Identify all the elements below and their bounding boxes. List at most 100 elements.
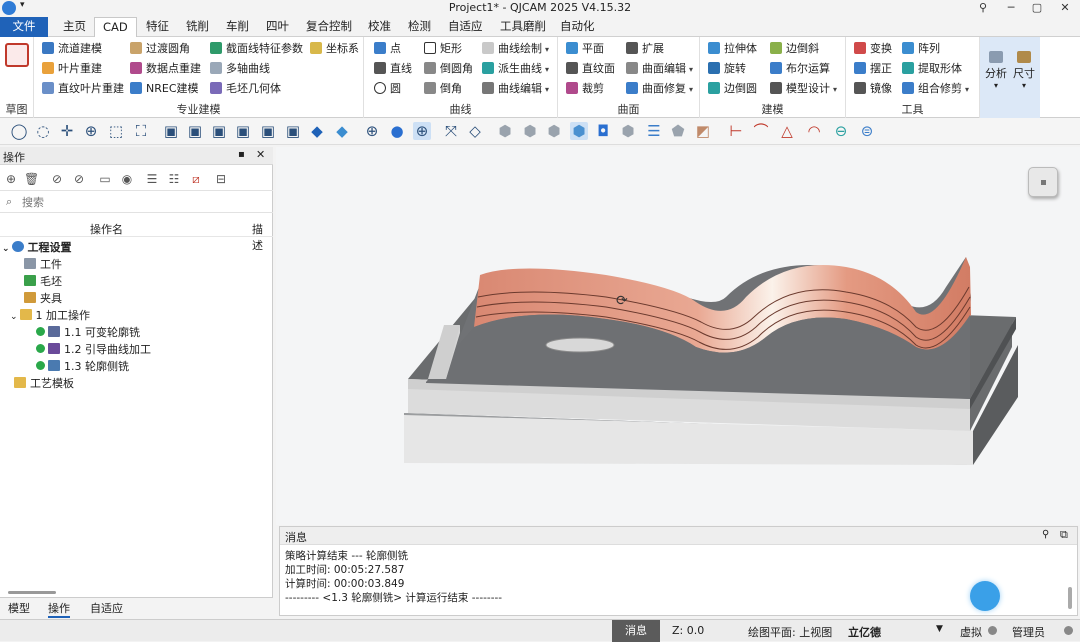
curve-draw-button[interactable]: 曲线绘制 ▾ <box>482 40 549 58</box>
tab-milling[interactable]: 铣削 <box>178 17 217 37</box>
sketch-icon[interactable] <box>5 43 29 67</box>
view-back-icon[interactable]: ▣ <box>186 122 204 140</box>
list-icon[interactable]: ☰ <box>145 172 159 186</box>
scroll-icon[interactable]: ▼ <box>936 624 943 634</box>
simulate-icon[interactable]: ▭ <box>98 172 112 186</box>
display-mode-4-icon[interactable]: ⬢ <box>570 122 588 140</box>
display-mode-2-icon[interactable]: ⬢ <box>521 122 539 140</box>
key-icon[interactable]: ⚲ <box>970 0 996 17</box>
3d-viewport[interactable]: ⟳ <box>276 147 1080 525</box>
view-front-icon[interactable]: ▣ <box>162 122 180 140</box>
shaded-edges-icon[interactable]: ⊕ <box>413 122 431 140</box>
virtual-mode[interactable]: 虚拟 <box>960 624 982 640</box>
nrec-modeling-button[interactable]: NREC建模 <box>130 80 199 98</box>
shaded-sphere-icon[interactable]: ● <box>388 122 406 140</box>
column-name[interactable]: 操作名 <box>90 221 123 237</box>
edge-fillet-button[interactable]: 边倒圆 <box>708 80 757 98</box>
curve-fillet-button[interactable]: 倒圆角 <box>424 60 473 78</box>
tab-feature[interactable]: 特征 <box>138 17 177 37</box>
zoom-icon[interactable]: ⊕ <box>82 122 100 140</box>
column-description[interactable]: 描述 <box>252 221 273 253</box>
search-input[interactable] <box>22 195 262 210</box>
tree-node-machining-ops[interactable]: ⌄ 1 加工操作 <box>10 307 90 324</box>
tab-turning[interactable]: 车削 <box>218 17 257 37</box>
blade-rebuild-button[interactable]: 叶片重建 <box>42 60 102 78</box>
mirror-button[interactable]: 镜像 <box>854 80 892 98</box>
tree-node-workpiece[interactable]: 工件 <box>24 256 62 273</box>
minimize-button[interactable]: ─ <box>998 0 1024 17</box>
blank-geometry-button[interactable]: 毛坯几何体 <box>210 80 281 98</box>
extract-body-button[interactable]: 提取形体 <box>902 60 962 78</box>
chamfer-button[interactable]: 倒角 <box>424 80 462 98</box>
section-feature-button[interactable]: 截面线特征参数 <box>210 40 303 58</box>
tab-cad[interactable]: CAD <box>94 17 137 38</box>
pin-icon[interactable]: ⚲ <box>1042 529 1049 540</box>
ruled-surface-button[interactable]: 直纹面 <box>566 60 615 78</box>
delete-icon[interactable]: 🗑 <box>24 172 39 186</box>
panel-close-icon[interactable]: ✕ <box>256 148 265 161</box>
float-icon[interactable]: ⧉ <box>1060 528 1068 542</box>
array-button[interactable]: 阵列 <box>902 40 940 58</box>
close-button[interactable]: ✕ <box>1052 0 1078 17</box>
measure-point-icon[interactable]: ⊖ <box>832 122 850 140</box>
vertical-scrollbar[interactable] <box>1068 587 1072 609</box>
tab-file[interactable]: 文件 <box>0 17 48 37</box>
derived-curve-button[interactable]: 派生曲线 ▾ <box>482 60 549 78</box>
view-cube[interactable] <box>1028 167 1058 197</box>
axes-icon[interactable]: ⤧ <box>442 122 460 140</box>
display-mode-7-icon[interactable]: ☰ <box>645 122 663 140</box>
check-icon[interactable]: ⊘ <box>50 172 64 186</box>
tab-four-leaf[interactable]: 四叶 <box>258 17 297 37</box>
wireframe-sphere-icon[interactable]: ⊕ <box>363 122 381 140</box>
assistant-bubble-icon[interactable] <box>970 581 1000 611</box>
list2-icon[interactable]: ☷ <box>167 172 181 186</box>
view-top-icon[interactable]: ▣ <box>259 122 277 140</box>
add-icon[interactable]: ⊕ <box>4 172 18 186</box>
extrude-button[interactable]: 拉伸体 <box>708 40 757 58</box>
tree-node-op-1-1[interactable]: 1.1 可变轮廓铣 <box>36 324 140 341</box>
point-rebuild-button[interactable]: 数据点重建 <box>130 60 201 78</box>
point-button[interactable]: 点 <box>374 40 401 58</box>
trim-button[interactable]: 裁剪 <box>566 80 604 98</box>
runner-modeling-button[interactable]: 流道建模 <box>42 40 102 58</box>
plane-view-icon[interactable]: ◇ <box>466 122 484 140</box>
tree-node-fixture[interactable]: 夹具 <box>24 290 62 307</box>
tab-compound-control[interactable]: 复合控制 <box>298 17 360 37</box>
combine-trim-button[interactable]: 组合修剪 ▾ <box>902 80 969 98</box>
select-circle-icon[interactable]: ◯ <box>10 122 28 140</box>
view-left-icon[interactable]: ▣ <box>210 122 228 140</box>
tab-inspection[interactable]: 检测 <box>400 17 439 37</box>
select-dashed-circle-icon[interactable]: ◌ <box>34 122 52 140</box>
tree-node-op-1-3[interactable]: 1.3 轮廓侧铣 <box>36 358 129 375</box>
record-icon[interactable]: ◉ <box>120 172 134 186</box>
curve-edit-button[interactable]: 曲线编辑 ▾ <box>482 80 549 98</box>
transition-fillet-button[interactable]: 过渡圆角 <box>130 40 190 58</box>
tab-home[interactable]: 主页 <box>55 17 94 37</box>
tab-adaptive[interactable]: 自适应 <box>440 17 491 37</box>
display-mode-6-icon[interactable]: ⬢ <box>619 122 637 140</box>
display-mode-1-icon[interactable]: ⬢ <box>496 122 514 140</box>
template-icon[interactable]: ⊟ <box>214 172 228 186</box>
no-path-icon[interactable]: ⧄ <box>189 172 203 186</box>
measure-distance-icon[interactable]: ⊢ <box>727 122 745 140</box>
align-button[interactable]: 摆正 <box>854 60 892 78</box>
surface-repair-button[interactable]: 曲面修复 ▾ <box>626 80 693 98</box>
tab-model[interactable]: 模型 <box>8 600 30 616</box>
display-mode-3-icon[interactable]: ⬢ <box>545 122 563 140</box>
tab-calibration[interactable]: 校准 <box>360 17 399 37</box>
dimension-button[interactable]: 尺寸 ▾ <box>1012 51 1036 90</box>
drawing-plane[interactable]: 绘图平面: 上视图 <box>748 624 832 640</box>
transform-button[interactable]: 变换 <box>854 40 892 58</box>
revolve-button[interactable]: 旋转 <box>708 60 746 78</box>
line-button[interactable]: 直线 <box>374 60 412 78</box>
pan-icon[interactable]: ✛ <box>58 122 76 140</box>
analysis-button[interactable]: 分析 ▾ <box>984 51 1008 90</box>
view-right-icon[interactable]: ▣ <box>234 122 252 140</box>
view-iso-icon[interactable]: ◆ <box>308 122 326 140</box>
horizontal-scrollbar[interactable] <box>8 591 56 594</box>
model-design-button[interactable]: 模型设计 ▾ <box>770 80 837 98</box>
boolean-button[interactable]: 布尔运算 <box>770 60 830 78</box>
multi-axis-curve-button[interactable]: 多轴曲线 <box>210 60 270 78</box>
measure-arc-icon[interactable]: ⌒ <box>752 122 770 140</box>
maximize-button[interactable]: ▢ <box>1024 0 1050 17</box>
